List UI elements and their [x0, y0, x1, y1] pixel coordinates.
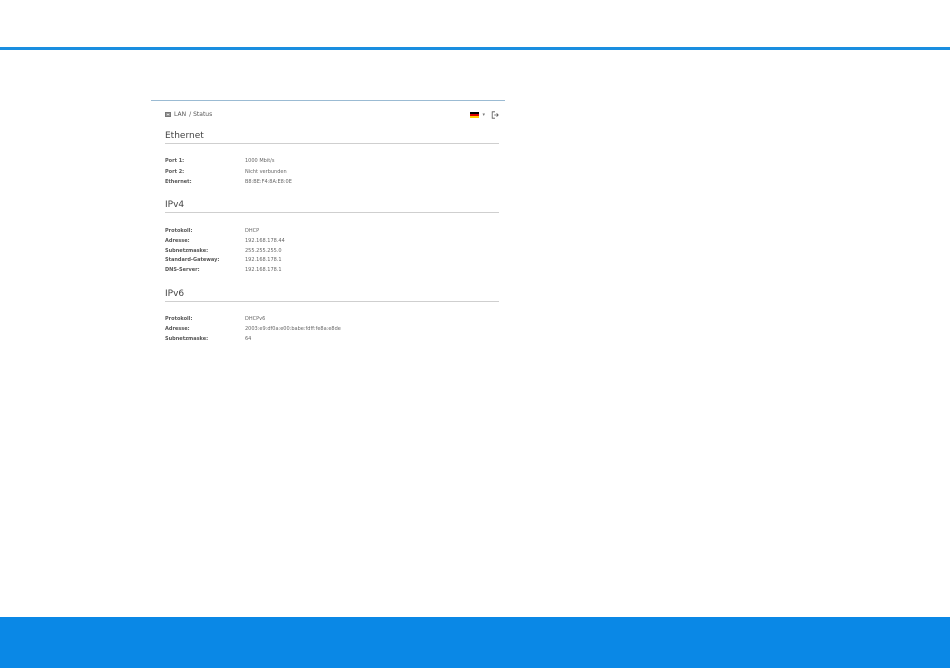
info-row: Adresse: 192.168.178.44 [165, 237, 285, 245]
chevron-down-icon[interactable]: ▾ [482, 112, 485, 118]
row-label: DNS-Server: [165, 267, 200, 273]
row-label: Protokoll: [165, 228, 193, 234]
info-row: Port 2: Nicht verbunden [165, 168, 287, 176]
row-label: Port 2: [165, 169, 185, 175]
info-row: Standard-Gateway: 192.168.178.1 [165, 256, 282, 264]
row-label: Port 1: [165, 158, 185, 164]
info-row: DNS-Server: 192.168.178.1 [165, 266, 282, 274]
breadcrumb-section[interactable]: LAN [174, 111, 186, 118]
row-label: Protokoll: [165, 316, 193, 322]
section-title-ipv6: IPv6 [165, 289, 185, 299]
info-row: Subnetzmaske: 64 [165, 335, 251, 343]
section-title-ethernet: Ethernet [165, 131, 204, 141]
info-row: Protokoll: DHCP [165, 227, 259, 235]
row-value: 192.168.178.44 [245, 238, 285, 244]
status-panel: LAN / Status ▾ Ethernet Port 1: 1000 Mbit… [151, 100, 505, 356]
footer-bar [0, 617, 950, 668]
row-label: Subnetzmaske: [165, 336, 209, 342]
breadcrumb-page: Status [193, 111, 213, 118]
row-value: 64 [245, 336, 252, 342]
network-icon [165, 112, 171, 117]
row-value: B8:BE:F4:8A:E8:0E [245, 179, 292, 185]
info-row: Subnetzmaske: 255.255.255.0 [165, 247, 282, 255]
section-divider [165, 212, 499, 213]
row-label: Subnetzmaske: [165, 248, 209, 254]
breadcrumb-separator: / [189, 111, 192, 118]
row-value: DHCP [245, 228, 260, 234]
logout-icon[interactable] [491, 111, 499, 119]
row-label: Adresse: [165, 326, 190, 332]
section-divider [165, 301, 499, 302]
breadcrumb: LAN / Status [165, 110, 212, 119]
info-row: Ethernet: B8:BE:F4:8A:E8:0E [165, 178, 292, 186]
section-divider [165, 143, 499, 144]
row-label: Ethernet: [165, 179, 192, 185]
row-value: Nicht verbunden [245, 169, 287, 175]
row-label: Standard-Gateway: [165, 257, 220, 263]
row-label: Adresse: [165, 238, 190, 244]
row-value: 1000 Mbit/s [245, 158, 275, 164]
section-title-ipv4: IPv4 [165, 200, 185, 210]
row-value: 255.255.255.0 [245, 248, 282, 254]
top-accent-line [0, 47, 950, 50]
info-row: Protokoll: DHCPv6 [165, 315, 265, 323]
row-value: 192.168.178.1 [245, 257, 282, 263]
row-value: DHCPv6 [245, 316, 266, 322]
header-tools: ▾ [470, 111, 499, 119]
info-row: Port 1: 1000 Mbit/s [165, 157, 274, 165]
german-flag-icon[interactable] [470, 112, 480, 118]
row-value: 2003:e9:df0a:e00:babe:fdff:fe8a:e8de [245, 326, 341, 332]
row-value: 192.168.178.1 [245, 267, 282, 273]
info-row: Adresse: 2003:e9:df0a:e00:babe:fdff:fe8a:… [165, 325, 341, 333]
